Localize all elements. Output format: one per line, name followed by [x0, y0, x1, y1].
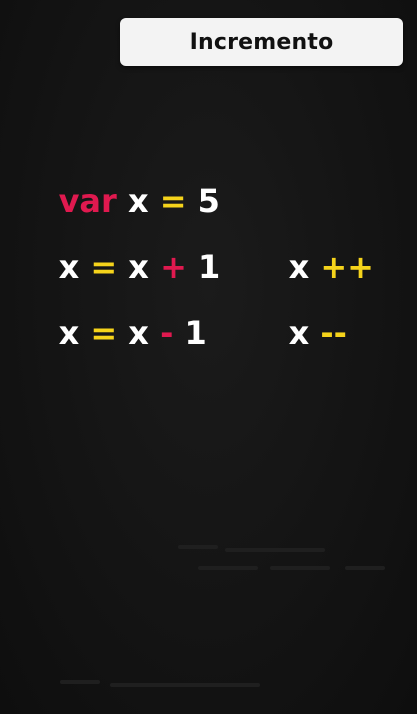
variable-name: x — [288, 314, 310, 352]
background-artifact — [270, 566, 330, 570]
plus-operator: + — [160, 248, 187, 286]
variable-name: x — [127, 182, 149, 220]
background-artifact — [178, 545, 218, 549]
target-variable: x — [58, 314, 80, 352]
background-artifact — [225, 548, 325, 552]
minus-operator: - — [160, 314, 174, 352]
title-text: Incremento — [189, 29, 334, 55]
operand-variable: x — [128, 314, 149, 352]
decrement-long-line: x = x - 1 — [14, 285, 207, 381]
operand-variable: x — [128, 248, 149, 286]
increment-operator: ++ — [320, 248, 374, 286]
initial-value: 5 — [197, 182, 220, 220]
keyword-var: var — [58, 182, 117, 220]
video-frame: Incremento var x = 5 x = x + 1 x ++ x = … — [0, 0, 417, 714]
assign-operator: = — [159, 182, 187, 220]
assign-operator: = — [90, 248, 118, 286]
target-variable: x — [58, 248, 80, 286]
decrement-short-line: x -- — [244, 285, 347, 381]
decrement-operator: -- — [320, 314, 347, 352]
title-banner: Incremento — [120, 18, 403, 66]
background-artifact — [198, 566, 258, 570]
background-artifact — [110, 683, 260, 687]
background-artifact — [60, 680, 100, 684]
amount-value: 1 — [184, 314, 207, 352]
background-artifact — [345, 566, 385, 570]
amount-value: 1 — [198, 248, 221, 286]
variable-name: x — [288, 248, 310, 286]
assign-operator: = — [90, 314, 118, 352]
